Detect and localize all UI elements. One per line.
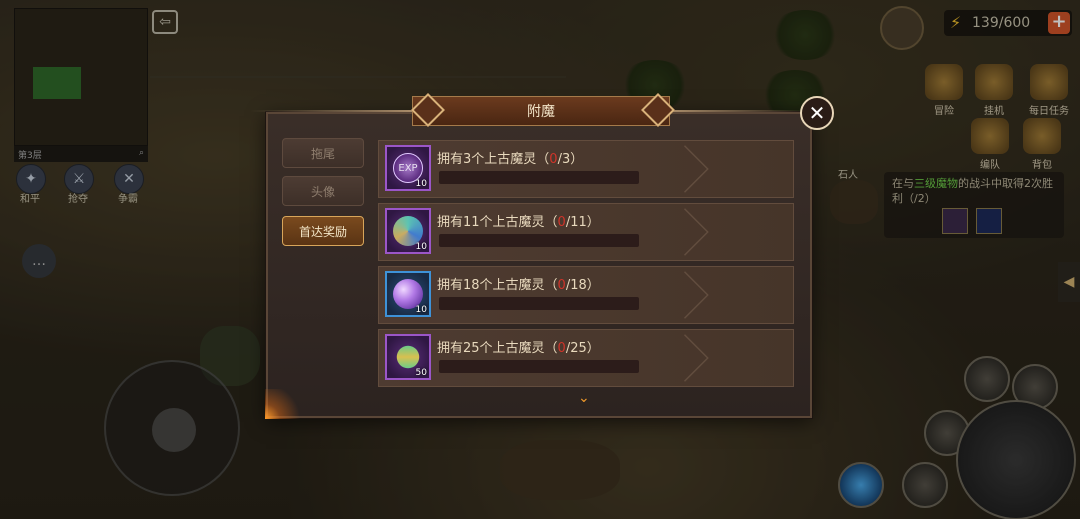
reward-condition-text: 拥有3个上古魔灵（ [437, 152, 550, 167]
reward-condition-text: 拥有25个上古魔灵（ [437, 341, 558, 356]
reward-target-count: /25） [565, 341, 600, 356]
reward-condition-text: 拥有11个上古魔灵（ [437, 215, 558, 230]
scroll-down-icon[interactable]: ⌄ [578, 390, 590, 406]
reward-list[interactable]: EXP 10 拥有3个上古魔灵（0/3） 10 拥有11个上古魔灵（0/11） … [378, 140, 794, 392]
reward-condition: 拥有25个上古魔灵（0/25） [437, 337, 600, 356]
tab-trail-label: 拖尾 [310, 146, 335, 161]
tab-avatar[interactable]: 头像 [282, 176, 364, 206]
progress-bar [439, 171, 639, 184]
progress-bar [439, 297, 639, 310]
tab-avatar-label: 头像 [310, 184, 335, 199]
list-item[interactable]: 10 拥有18个上古魔灵（0/18） [378, 266, 794, 324]
tab-first-reward[interactable]: 首达奖励 [282, 216, 364, 246]
dialog-title: 附魔 [412, 96, 670, 126]
reward-quantity: 10 [415, 305, 427, 315]
reward-target-count: /18） [565, 278, 600, 293]
reward-condition: 拥有11个上古魔灵（0/11） [437, 211, 600, 230]
dialog-title-text: 附魔 [527, 104, 555, 120]
chevron-right-icon [661, 334, 709, 382]
reward-target-count: /3） [557, 152, 584, 167]
progress-bar [439, 234, 639, 247]
list-item[interactable]: EXP 10 拥有3个上古魔灵（0/3） [378, 140, 794, 198]
reward-item[interactable]: EXP 10 [385, 145, 431, 191]
list-item[interactable]: 10 拥有11个上古魔灵（0/11） [378, 203, 794, 261]
reward-item[interactable]: 50 [385, 334, 431, 380]
progress-bar [439, 360, 639, 373]
chevron-right-icon [661, 145, 709, 193]
reward-condition: 拥有18个上古魔灵（0/18） [437, 274, 600, 293]
reward-item[interactable]: 10 [385, 208, 431, 254]
close-button[interactable]: ✕ [800, 96, 834, 130]
reward-quantity: 10 [415, 242, 427, 252]
list-item[interactable]: 50 拥有25个上古魔灵（0/25） [378, 329, 794, 387]
chevron-right-icon [661, 271, 709, 319]
tab-trail[interactable]: 拖尾 [282, 138, 364, 168]
reward-current-count: 0 [557, 341, 566, 356]
reward-current-count: 0 [557, 215, 566, 230]
chevron-right-icon [661, 208, 709, 256]
reward-current-count: 0 [549, 152, 558, 167]
tab-first-reward-label: 首达奖励 [298, 224, 347, 239]
reward-quantity: 50 [415, 368, 427, 378]
reward-target-count: /11） [565, 215, 600, 230]
reward-condition-text: 拥有18个上古魔灵（ [437, 278, 558, 293]
title-ornament-line [250, 110, 412, 112]
reward-condition: 拥有3个上古魔灵（0/3） [437, 148, 583, 167]
reward-quantity: 10 [415, 179, 427, 189]
reward-item[interactable]: 10 [385, 271, 431, 317]
close-icon: ✕ [808, 101, 826, 125]
title-ornament-line [670, 110, 810, 112]
reward-current-count: 0 [557, 278, 566, 293]
